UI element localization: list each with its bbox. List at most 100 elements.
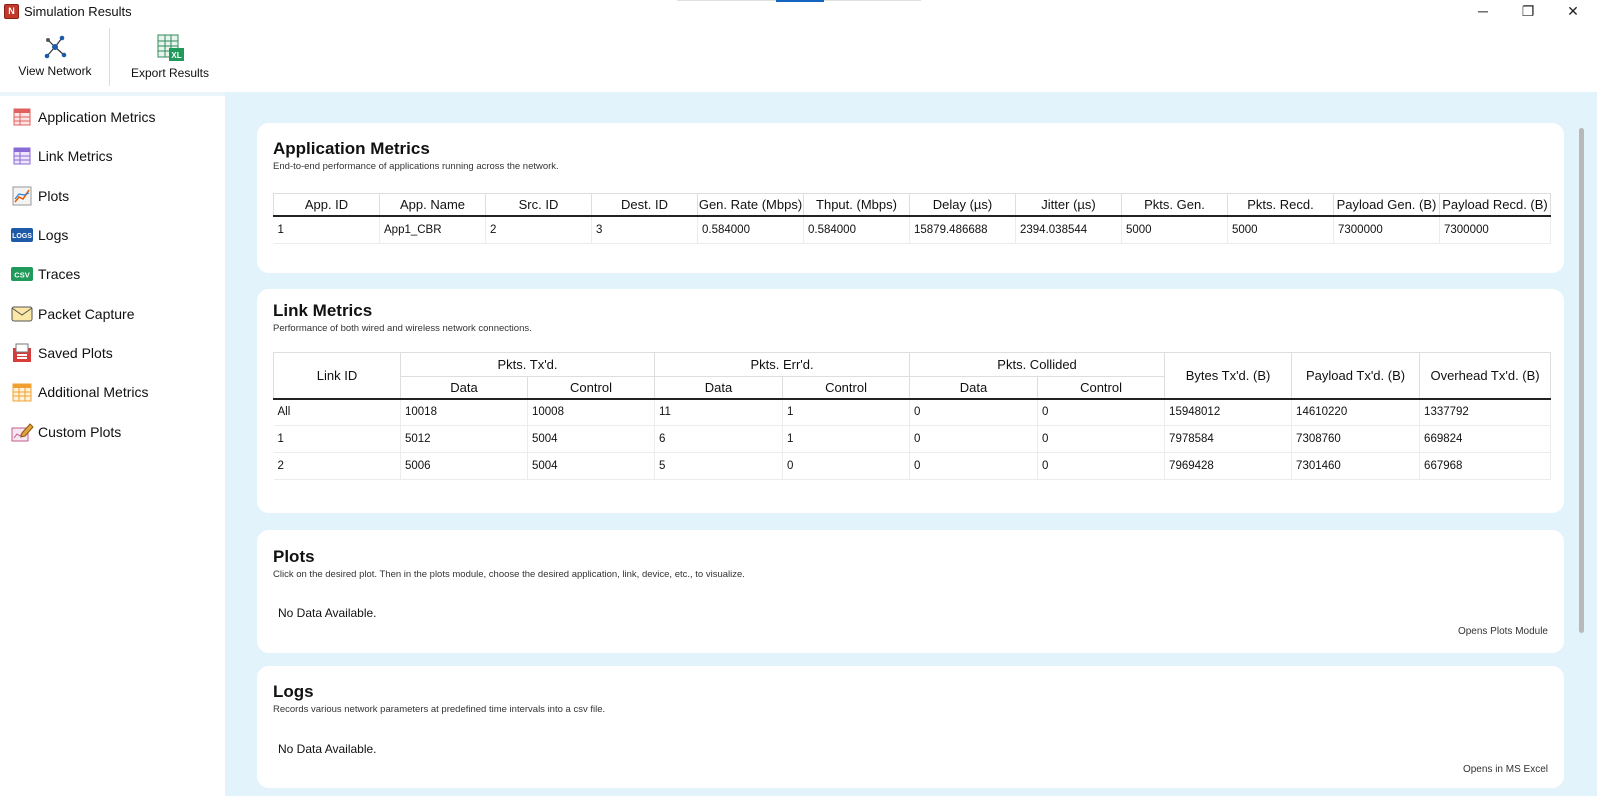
sidebar-item-logs[interactable]: LOGS Logs: [10, 220, 215, 250]
application-metrics-table: App. ID App. Name Src. ID Dest. ID Gen. …: [273, 193, 1551, 244]
table-cell: App1_CBR: [379, 215, 486, 244]
section-title: Link Metrics: [273, 301, 373, 320]
section-title: Application Metrics: [273, 139, 430, 158]
table-cell: 0: [1037, 425, 1166, 453]
table-cell: 5004: [527, 452, 656, 480]
table-cell: 7300000: [1439, 215, 1551, 244]
column-group-header: Pkts. Collided: [909, 352, 1166, 377]
svg-text:XL: XL: [171, 51, 181, 60]
envelope-icon: [11, 306, 33, 322]
column-header[interactable]: Delay (µs): [909, 193, 1016, 217]
table-cell: 1: [273, 425, 401, 453]
table-row[interactable]: 1 5012 5004 6 1 0 0 7978584 7308760 6698…: [273, 425, 1552, 453]
logs-card[interactable]: Logs Records various network parameters …: [257, 666, 1564, 788]
column-header[interactable]: App. Name: [379, 193, 486, 217]
sidebar-item-traces[interactable]: CSV Traces: [10, 259, 215, 289]
open-in-excel-link[interactable]: Opens in MS Excel: [1463, 764, 1548, 775]
sidebar-item-label: Logs: [38, 227, 69, 243]
sidebar-item-label: Additional Metrics: [38, 384, 149, 400]
sidebar-item-link-metrics[interactable]: Link Metrics: [10, 141, 215, 171]
plots-card[interactable]: Plots Click on the desired plot. Then in…: [257, 530, 1564, 653]
table-cell: 0: [909, 452, 1039, 480]
column-header[interactable]: Data: [909, 376, 1039, 400]
column-header[interactable]: Control: [782, 376, 911, 400]
export-results-button[interactable]: XL Export Results: [127, 34, 213, 92]
table-cell: 14610220: [1291, 398, 1421, 426]
column-header[interactable]: Dest. ID: [591, 193, 698, 217]
minimize-button[interactable]: ─: [1461, 0, 1505, 22]
table-cell: 15879.486688: [909, 215, 1016, 244]
table-row[interactable]: All 10018 10008 11 1 0 0 15948012 146102…: [273, 398, 1552, 426]
vertical-scrollbar[interactable]: [1579, 128, 1584, 633]
column-header[interactable]: Payload Gen. (B): [1333, 193, 1440, 217]
table-cell: 3: [591, 215, 698, 244]
section-title: Logs: [273, 682, 314, 701]
calendar-icon: [12, 383, 32, 402]
column-header[interactable]: Jitter (µs): [1015, 193, 1122, 217]
view-network-label: View Network: [18, 64, 92, 78]
sidebar-item-plots[interactable]: Plots: [10, 181, 215, 211]
table-row[interactable]: 2 5006 5004 5 0 0 0 7969428 7301460 6679…: [273, 452, 1552, 480]
table-cell: 5012: [400, 425, 528, 453]
csv-icon: CSV: [11, 267, 33, 281]
logs-icon: LOGS: [11, 228, 33, 242]
column-header[interactable]: Gen. Rate (Mbps): [697, 193, 804, 217]
sidebar-item-saved-plots[interactable]: Saved Plots: [10, 338, 215, 368]
sidebar-item-label: Packet Capture: [38, 306, 135, 322]
table-row[interactable]: 1 App1_CBR 2 3 0.584000 0.584000 15879.4…: [273, 215, 1551, 244]
column-header[interactable]: Link ID: [273, 352, 401, 400]
table-cell: 11: [654, 398, 784, 426]
table-cell: 7308760: [1291, 425, 1421, 453]
column-header[interactable]: Payload Tx'd. (B): [1291, 352, 1421, 400]
export-results-label: Export Results: [130, 66, 210, 80]
table-cell: 0.584000: [697, 215, 804, 244]
column-header[interactable]: Bytes Tx'd. (B): [1164, 352, 1293, 400]
table-cell: 0.584000: [803, 215, 910, 244]
empty-state-text: No Data Available.: [278, 606, 377, 620]
window-title: Simulation Results: [24, 4, 132, 19]
column-header[interactable]: Overhead Tx'd. (B): [1419, 352, 1552, 400]
link-metrics-icon: [13, 147, 31, 165]
sidebar-item-label: Custom Plots: [38, 424, 122, 440]
application-metrics-icon: [13, 108, 31, 126]
column-header[interactable]: Control: [1037, 376, 1166, 400]
table-cell: 0: [909, 398, 1039, 426]
table-cell: All: [273, 398, 401, 426]
table-cell: 2394.038544: [1015, 215, 1122, 244]
section-subtitle: End-to-end performance of applications r…: [273, 161, 559, 172]
table-cell: 7301460: [1291, 452, 1421, 480]
column-header[interactable]: Payload Recd. (B): [1439, 193, 1551, 217]
table-header-row: App. ID App. Name Src. ID Dest. ID Gen. …: [273, 193, 1551, 217]
table-cell: 0: [1037, 452, 1166, 480]
sidebar-item-label: Application Metrics: [38, 109, 156, 125]
section-subtitle: Performance of both wired and wireless n…: [273, 323, 532, 334]
table-cell: 2: [485, 215, 592, 244]
column-header[interactable]: Thput. (Mbps): [803, 193, 910, 217]
column-group-header: Pkts. Err'd.: [654, 352, 911, 377]
column-header[interactable]: Src. ID: [485, 193, 592, 217]
section-title: Plots: [273, 547, 315, 566]
column-header[interactable]: Pkts. Recd.: [1227, 193, 1334, 217]
close-button[interactable]: ✕: [1551, 0, 1595, 22]
sidebar-item-custom-plots[interactable]: Custom Plots: [10, 417, 215, 447]
toolbar-divider: [109, 28, 110, 86]
network-icon: [44, 35, 67, 59]
link-metrics-card: Link Metrics Performance of both wired a…: [257, 289, 1564, 513]
saved-plots-icon: [13, 343, 31, 362]
table-cell: 1: [273, 215, 380, 244]
column-header[interactable]: Data: [400, 376, 528, 400]
open-plots-module-link[interactable]: Opens Plots Module: [1458, 626, 1548, 637]
table-cell: 7300000: [1333, 215, 1440, 244]
sidebar-item-packet-capture[interactable]: Packet Capture: [10, 299, 215, 329]
column-header[interactable]: Control: [526, 376, 656, 400]
table-cell: 7978584: [1164, 425, 1293, 453]
column-header[interactable]: App. ID: [273, 193, 380, 217]
plots-icon: [12, 186, 32, 206]
restore-button[interactable]: ❐: [1506, 0, 1550, 22]
sidebar-item-label: Saved Plots: [38, 345, 113, 361]
sidebar-item-additional-metrics[interactable]: Additional Metrics: [10, 377, 215, 407]
column-header[interactable]: Pkts. Gen.: [1121, 193, 1228, 217]
view-network-button[interactable]: View Network: [15, 34, 95, 92]
sidebar-item-application-metrics[interactable]: Application Metrics: [10, 102, 215, 132]
column-header[interactable]: Data: [654, 376, 784, 400]
